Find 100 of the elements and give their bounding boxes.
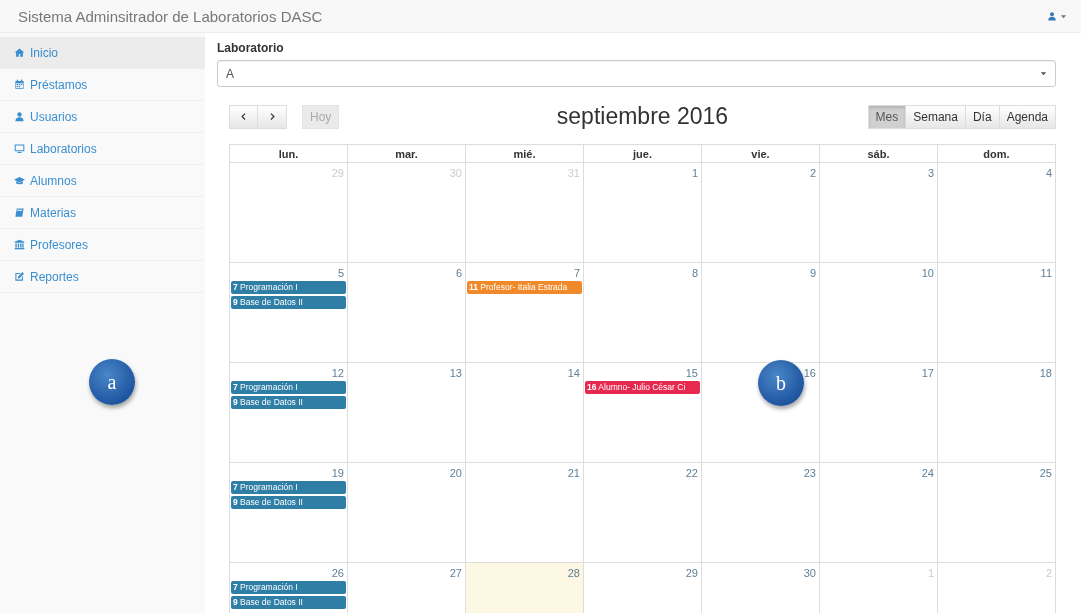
- event-chip[interactable]: 7 Programación I: [231, 381, 346, 394]
- month-title: septiembre 2016: [555, 103, 730, 130]
- day-number: 8: [691, 266, 699, 279]
- day-number: 9: [809, 266, 817, 279]
- day-cell[interactable]: 13: [348, 363, 466, 463]
- weekday-header: jue.: [633, 147, 652, 160]
- laboratory-select[interactable]: A: [217, 60, 1056, 87]
- caret-icon: [1060, 12, 1067, 20]
- day-number: 15: [685, 366, 699, 379]
- day-number: 20: [449, 466, 463, 479]
- user-icon: [1047, 11, 1057, 21]
- day-number: 10: [921, 266, 935, 279]
- day-number: 30: [803, 566, 817, 579]
- day-cell[interactable]: 20: [348, 463, 466, 563]
- day-number: 27: [449, 566, 463, 579]
- bank-icon: [14, 239, 25, 250]
- day-number: 7: [573, 266, 581, 279]
- day-cell[interactable]: 28: [466, 563, 584, 613]
- annotation-marker: b: [758, 360, 804, 406]
- day-cell[interactable]: 24: [820, 463, 938, 563]
- day-cell[interactable]: 23: [702, 463, 820, 563]
- day-number: 12: [331, 366, 345, 379]
- day-cell[interactable]: 2: [702, 163, 820, 263]
- caret-icon: [1040, 70, 1047, 77]
- day-number: 28: [567, 566, 581, 579]
- day-cell[interactable]: 29: [584, 563, 702, 613]
- event-chip[interactable]: 9 Base de Datos II: [231, 296, 346, 309]
- nav-item[interactable]: Profesores: [0, 229, 205, 261]
- previous-button[interactable]: [229, 104, 258, 129]
- field-label: Laboratorio: [217, 41, 284, 55]
- day-cell[interactable]: 12 7 Programación I 9 Base de Datos II: [230, 363, 348, 463]
- day-number: 29: [685, 566, 699, 579]
- day-cell[interactable]: 30: [702, 563, 820, 613]
- day-number: 21: [567, 466, 581, 479]
- day-cell[interactable]: 22: [584, 463, 702, 563]
- day-number: 14: [567, 366, 581, 379]
- day-cell[interactable]: 18: [938, 363, 1056, 463]
- day-number: 18: [1039, 366, 1053, 379]
- nav-item[interactable]: Reportes: [0, 261, 205, 293]
- day-number: 2: [809, 166, 817, 179]
- next-button[interactable]: [258, 104, 287, 129]
- weekday-header: mar.: [395, 147, 418, 160]
- nav-item[interactable]: Préstamos: [0, 69, 205, 101]
- day-number: 13: [449, 366, 463, 379]
- edit-icon: [14, 271, 25, 282]
- day-number: 4: [1045, 166, 1053, 179]
- day-cell[interactable]: 15 16 Alumno- Julio César Ci: [584, 363, 702, 463]
- day-cell[interactable]: 14: [466, 363, 584, 463]
- event-chip[interactable]: 7 Programación I: [231, 581, 346, 594]
- book-icon: [14, 207, 25, 218]
- day-number: 23: [803, 466, 817, 479]
- day-number: 17: [921, 366, 935, 379]
- event-chip[interactable]: 11 Profesor- Italia Estrada: [467, 281, 582, 294]
- home-icon: [14, 47, 25, 58]
- day-cell[interactable]: 11: [938, 263, 1056, 363]
- event-chip[interactable]: 7 Programación I: [231, 481, 346, 494]
- day-number: 19: [331, 466, 345, 479]
- day-cell[interactable]: 1: [584, 163, 702, 263]
- nav-item[interactable]: Alumnos: [0, 165, 205, 197]
- day-number: 5: [337, 266, 345, 279]
- view-tab[interactable]: Mes: [867, 104, 907, 129]
- event-chip[interactable]: 9 Base de Datos II: [231, 596, 346, 609]
- user-icon: [14, 111, 25, 122]
- view-tab[interactable]: Semana: [906, 104, 966, 129]
- day-cell[interactable]: 10: [820, 263, 938, 363]
- weekday-header: dom.: [983, 147, 1010, 160]
- day-cell[interactable]: 7 11 Profesor- Italia Estrada: [466, 263, 584, 363]
- view-tab[interactable]: Día: [965, 104, 1000, 129]
- day-cell[interactable]: 3: [820, 163, 938, 263]
- day-cell[interactable]: 8: [584, 263, 702, 363]
- day-cell[interactable]: 4: [938, 163, 1056, 263]
- nav-item[interactable]: Inicio: [0, 37, 205, 69]
- day-number: 24: [921, 466, 935, 479]
- day-number: 6: [455, 266, 463, 279]
- nav-item[interactable]: Materias: [0, 197, 205, 229]
- day-cell[interactable]: 6: [348, 263, 466, 363]
- day-cell[interactable]: 25: [938, 463, 1056, 563]
- day-number: 25: [1039, 466, 1053, 479]
- nav-item[interactable]: Laboratorios: [0, 133, 205, 165]
- app-title: Sistema Adminsitrador de Laboratorios DASC: [18, 7, 324, 25]
- day-cell[interactable]: 17: [820, 363, 938, 463]
- day-number: 16: [803, 366, 817, 379]
- event-chip[interactable]: 9 Base de Datos II: [231, 396, 346, 409]
- day-cell[interactable]: 5 7 Programación I 9 Base de Datos II: [230, 263, 348, 363]
- day-cell[interactable]: 26 7 Programación I 9 Base de Datos II: [230, 563, 348, 613]
- day-number: 3: [927, 166, 935, 179]
- day-cell[interactable]: 19 7 Programación I 9 Base de Datos II: [230, 463, 348, 563]
- event-chip[interactable]: 16 Alumno- Julio César Ci: [585, 381, 700, 394]
- day-number: 22: [685, 466, 699, 479]
- weekday-header: sáb.: [867, 147, 890, 160]
- weekday-header: lun.: [278, 147, 299, 160]
- view-tab[interactable]: Agenda: [999, 104, 1056, 129]
- nav-item[interactable]: Usuarios: [0, 101, 205, 133]
- calendar-icon: [14, 79, 25, 90]
- event-chip[interactable]: 7 Programación I: [231, 281, 346, 294]
- graduation-cap-icon: [14, 175, 25, 186]
- chevron-left-icon: [239, 112, 248, 121]
- event-chip[interactable]: 9 Base de Datos II: [231, 496, 346, 509]
- day-number: 11: [1040, 266, 1053, 279]
- weekday-header: vie.: [751, 147, 770, 160]
